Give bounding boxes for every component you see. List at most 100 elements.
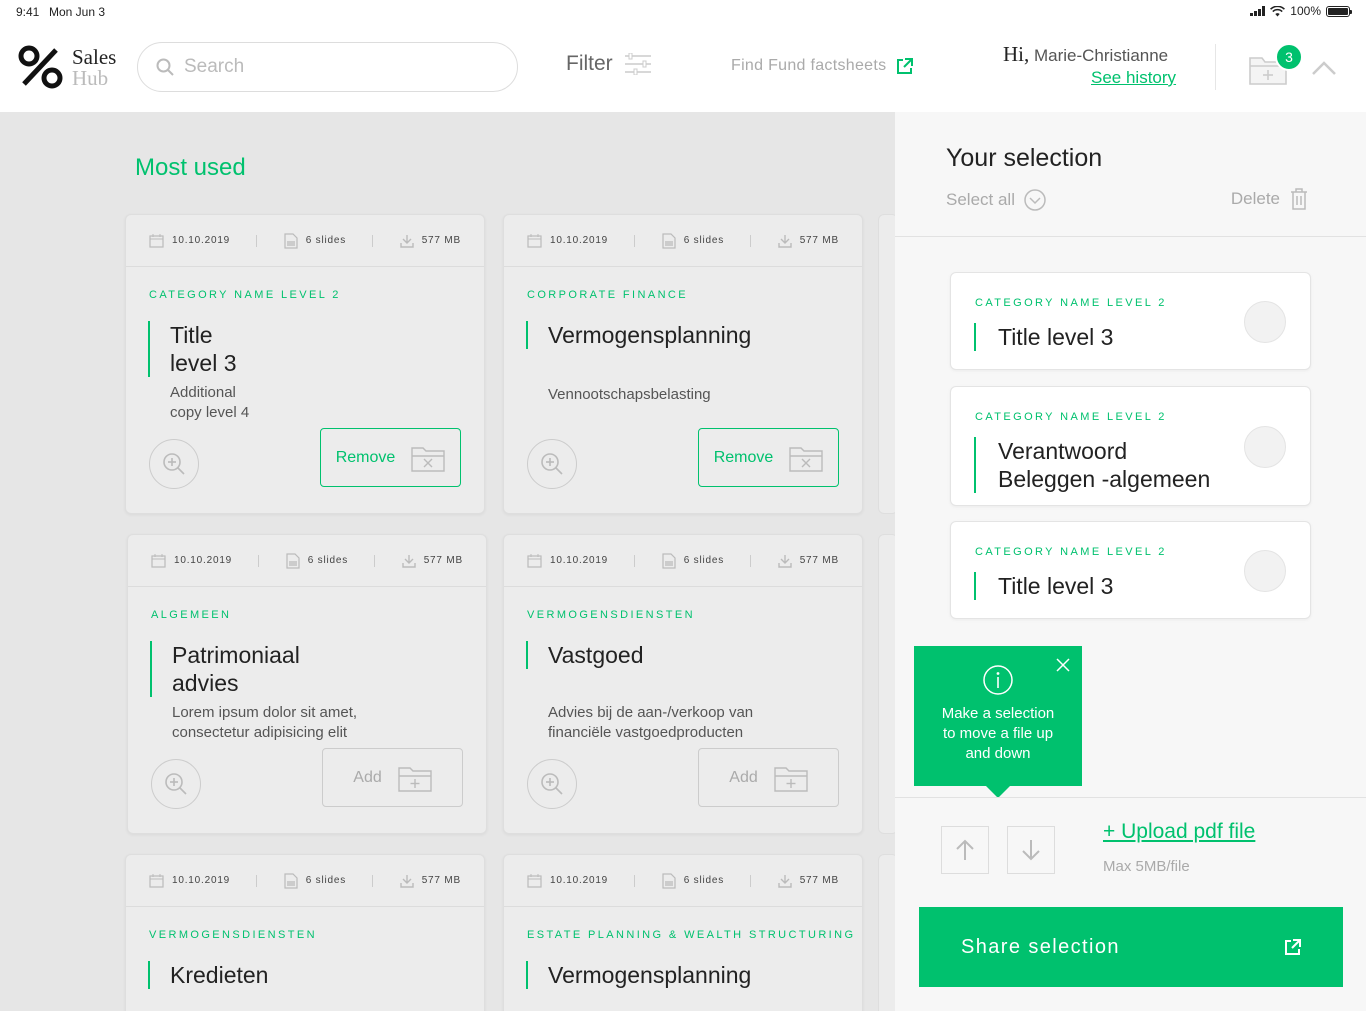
tooltip-text: Make a selection to move a file up and d… <box>914 704 1082 764</box>
card-meta: 10.10.2019 6 slides 577 MB <box>504 215 862 267</box>
share-selection-button[interactable]: Share selection <box>919 907 1343 987</box>
preview-button[interactable] <box>151 759 201 809</box>
card-slides: 6 slides <box>305 875 347 886</box>
status-time: 9:41 <box>16 5 40 19</box>
selection-radio[interactable] <box>1244 550 1286 592</box>
add-button[interactable]: Add <box>322 748 463 807</box>
user-greeting: Hi, Marie-Christianne <box>1003 42 1168 67</box>
add-button[interactable]: Add <box>698 748 839 807</box>
move-down-button[interactable] <box>1007 826 1055 874</box>
card-size: 577 MB <box>421 875 461 886</box>
card-category: VERMOGENSDIENSTEN <box>527 609 695 621</box>
card-slides: 6 slides <box>683 555 725 566</box>
upload-pdf-link[interactable]: + Upload pdf file <box>1103 820 1255 844</box>
card-category: ESTATE PLANNING & WEALTH STRUCTURING <box>527 929 856 941</box>
document-card[interactable]: 10.10.2019 6 slides 577 MB ALGEMEEN Patr… <box>127 534 487 834</box>
card-date: 10.10.2019 <box>172 235 231 246</box>
search-icon <box>156 58 174 76</box>
trash-icon <box>1291 188 1307 210</box>
calendar-icon <box>527 553 542 568</box>
chevron-up-icon[interactable] <box>1311 60 1337 76</box>
card-desc-line: consectetur adipisicing elit <box>172 724 348 741</box>
delete-button[interactable]: Delete <box>1231 188 1308 210</box>
remove-button[interactable]: Remove <box>320 428 461 487</box>
card-meta: 10.10.2019 6 slides 577 MB <box>126 215 484 267</box>
card-size: 577 MB <box>423 555 463 566</box>
remove-button[interactable]: Remove <box>698 428 839 487</box>
card-description: Advies bij de aan-/verkoop van financiële… <box>548 703 862 743</box>
find-factsheets-link[interactable]: Find Fund factsheets <box>731 57 914 75</box>
download-icon <box>401 554 416 568</box>
card-title-line: advies <box>172 670 239 696</box>
card-description: Additional copy level 4 <box>170 383 484 423</box>
card-meta: 10.10.2019 6 slides 577 MB <box>504 855 862 907</box>
folder-add-icon <box>774 766 808 792</box>
percent-logo-icon[interactable] <box>18 44 64 90</box>
slides-icon <box>662 232 676 249</box>
document-card[interactable]: 10.10.2019 6 slides 577 MB VERMOGENSDIEN… <box>125 854 485 1011</box>
meta-separator <box>750 554 752 567</box>
document-card[interactable]: 10.10.2019 6 slides 577 MB ESTATE PLANNI… <box>503 854 863 1011</box>
document-card[interactable]: 10.10.2019 6 slides 577 MB VERMOGENSDIEN… <box>503 534 863 834</box>
greeting-hi: Hi, <box>1003 42 1030 66</box>
search-bar[interactable] <box>137 42 518 92</box>
card-title: Kredieten <box>148 961 484 989</box>
preview-button[interactable] <box>149 439 199 489</box>
document-card[interactable]: 10.10.2019 6 slides 577 MB CORPORATE FIN… <box>503 214 863 514</box>
app-header: Sales Hub Filter Find Fund factsheets Hi… <box>0 24 1366 112</box>
battery-icon <box>1326 5 1352 17</box>
meta-separator <box>374 554 376 567</box>
battery-percent: 100% <box>1290 4 1321 18</box>
card-description: Vennootschapsbelasting <box>548 386 711 403</box>
upload-size-hint: Max 5MB/file <box>1103 858 1190 875</box>
selection-radio[interactable] <box>1244 301 1286 343</box>
arrow-up-icon <box>956 839 974 860</box>
card-slides: 6 slides <box>305 235 347 246</box>
section-title-most-used: Most used <box>135 154 246 181</box>
tooltip-line: and down <box>965 745 1031 762</box>
move-up-button[interactable] <box>941 826 989 874</box>
slides-icon <box>662 552 676 569</box>
close-icon[interactable] <box>1056 658 1070 672</box>
meta-separator <box>634 234 636 247</box>
remove-label: Remove <box>335 448 396 466</box>
select-all-button[interactable]: Select all <box>946 188 1047 212</box>
selection-title-line: Beleggen -algemeen <box>998 466 1211 492</box>
calendar-icon <box>151 553 166 568</box>
card-title-line: Patrimoniaal <box>172 642 300 668</box>
info-tooltip: Make a selection to move a file up and d… <box>914 646 1082 798</box>
card-slides: 6 slides <box>307 555 349 566</box>
preview-button[interactable] <box>527 439 577 489</box>
selection-item[interactable]: CATEGORY NAME LEVEL 2 Title level 3 <box>950 521 1311 619</box>
card-title: Vermogensplanning <box>526 961 862 989</box>
meta-separator <box>750 234 752 247</box>
selection-item[interactable]: CATEGORY NAME LEVEL 2 Verantwoord Belegge… <box>950 386 1311 506</box>
download-icon <box>399 874 414 888</box>
meta-separator <box>256 234 258 247</box>
selection-radio[interactable] <box>1244 426 1286 468</box>
card-size: 577 MB <box>799 555 839 566</box>
selection-category: CATEGORY NAME LEVEL 2 <box>975 411 1167 423</box>
card-category: CATEGORY NAME LEVEL 2 <box>149 289 341 301</box>
add-label: Add <box>729 768 758 786</box>
see-history-link[interactable]: See history <box>1091 68 1176 88</box>
download-icon <box>777 874 792 888</box>
card-size: 577 MB <box>421 235 461 246</box>
calendar-icon <box>149 233 164 248</box>
status-indicators: 100% <box>1250 4 1352 18</box>
card-title: Vastgoed <box>526 641 862 669</box>
main-content: Most used 10.10.2019 6 slides 577 MB CAT… <box>0 112 895 1011</box>
zoom-in-icon <box>541 453 563 475</box>
card-peek <box>878 854 895 1011</box>
selection-item[interactable]: CATEGORY NAME LEVEL 2 Title level 3 <box>950 272 1311 370</box>
remove-label: Remove <box>713 448 774 466</box>
card-slides: 6 slides <box>683 235 725 246</box>
card-slides: 6 slides <box>683 875 725 886</box>
filter-button[interactable]: Filter <box>566 52 651 76</box>
document-card[interactable]: 10.10.2019 6 slides 577 MB CATEGORY NAME… <box>125 214 485 514</box>
slides-icon <box>662 872 676 889</box>
search-input[interactable] <box>184 56 484 78</box>
preview-button[interactable] <box>527 759 577 809</box>
tooltip-line: Make a selection <box>941 705 1055 722</box>
card-title: Title level 3 <box>148 321 484 377</box>
